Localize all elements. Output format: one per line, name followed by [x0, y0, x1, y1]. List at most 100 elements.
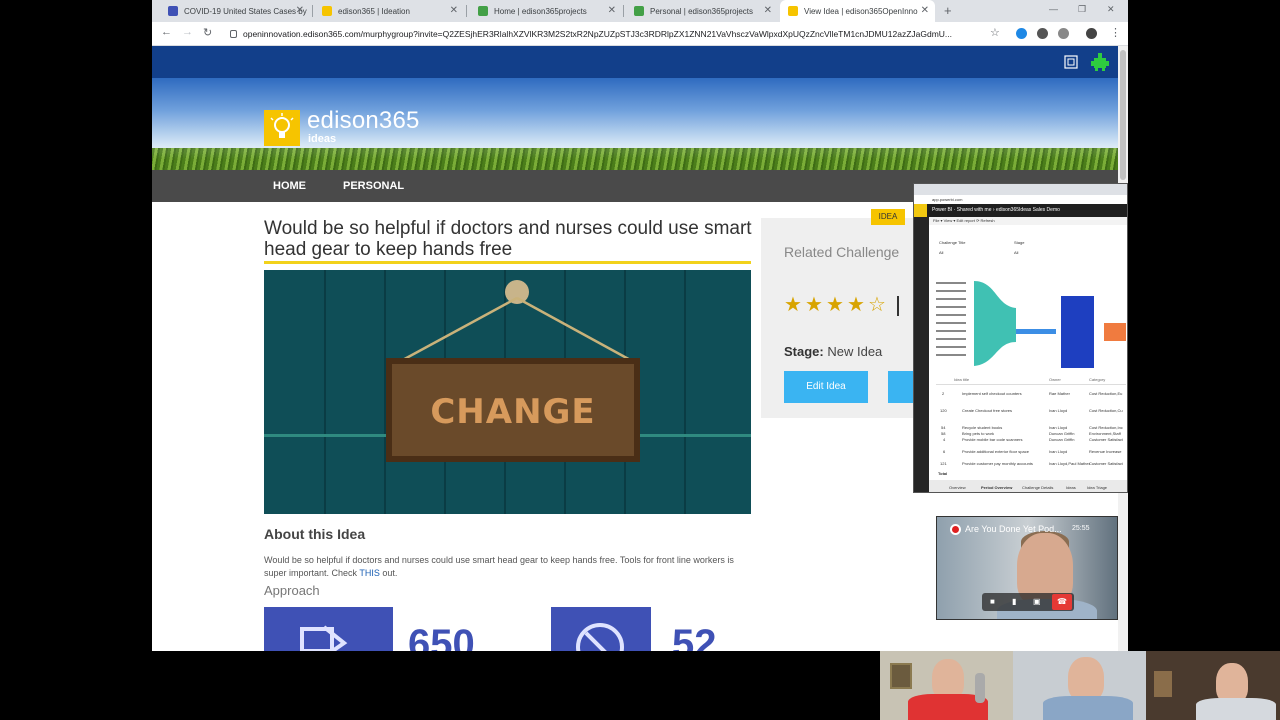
video-call-widget[interactable]: Are You Done Yet Pod... 25:55 ■ ▮ ▣ ☎ — [936, 516, 1118, 620]
lightbulb-icon — [322, 6, 332, 16]
star-empty-icon[interactable]: ☆ — [868, 292, 886, 317]
menu-kebab-icon[interactable]: ⋮ — [1110, 26, 1121, 39]
page-tab[interactable]: Ideas — [1066, 485, 1076, 490]
lightbulb-icon — [788, 6, 798, 16]
powerbi-commandbar: File ▾ View ▾ Edit report ⟳ Refresh — [929, 217, 1127, 225]
camera-icon[interactable]: ■ — [990, 597, 995, 606]
participant-tile — [880, 651, 1013, 720]
powerbi-tabbar — [914, 184, 1127, 195]
page-tab[interactable]: Period Overview — [981, 485, 1012, 490]
extension-icon[interactable] — [1058, 28, 1069, 39]
tab-ideation[interactable]: edison365 | Ideation ✕ — [314, 0, 464, 22]
sankey-chart[interactable] — [936, 276, 1126, 376]
approach-tile — [551, 607, 651, 651]
close-icon[interactable]: ✕ — [608, 5, 616, 16]
fullscreen-icon[interactable] — [1064, 55, 1078, 69]
powerbi-address[interactable]: app.powerbi.com — [914, 195, 1127, 204]
tab-personal-projects[interactable]: Personal | edison365projects ✕ — [626, 0, 778, 22]
projects-icon — [634, 6, 644, 16]
close-icon[interactable]: ✕ — [296, 5, 304, 16]
idea-badge: IDEA — [871, 209, 905, 225]
share-screen-icon[interactable]: ▣ — [1033, 597, 1041, 606]
record-icon — [950, 524, 961, 535]
page-tab[interactable]: Overview — [949, 485, 966, 490]
powerbi-sidebar — [914, 217, 929, 492]
approach-number: 650 — [408, 622, 475, 651]
title-underline — [264, 261, 751, 264]
edit-idea-button[interactable]: Edit Idea — [784, 371, 868, 403]
approach-number: 52 — [672, 622, 717, 651]
close-icon[interactable]: ✕ — [921, 5, 929, 16]
filter-label: Stage — [1014, 240, 1025, 245]
page-tab[interactable]: Idea Triage — [1087, 485, 1107, 490]
related-challenge[interactable]: Related Challenge — [784, 244, 899, 260]
sign-text: CHANGE — [430, 392, 596, 432]
hero-banner: edison365 ideas — [152, 78, 1118, 170]
extension-icon[interactable] — [1016, 28, 1027, 39]
back-icon[interactable]: ← — [161, 26, 172, 38]
close-icon[interactable]: ✕ — [764, 5, 772, 16]
logo-text[interactable]: edison365 — [307, 107, 420, 135]
divider — [897, 296, 899, 316]
nav-home[interactable]: HOME — [273, 180, 306, 192]
extension-icon[interactable] — [1037, 28, 1048, 39]
microphone-icon[interactable]: ▮ — [1012, 597, 1016, 606]
maximize-icon[interactable]: ❐ — [1078, 4, 1086, 15]
star-filled-icon[interactable]: ★ — [847, 292, 865, 317]
call-title: Are You Done Yet Pod... — [965, 524, 1062, 534]
powerbi-header: Power BI · Shared with me › edison365Ide… — [914, 204, 1127, 217]
tab-covid[interactable]: COVID-19 United States Cases by ✕ — [160, 0, 310, 22]
shield-icon — [168, 6, 178, 16]
url-field[interactable]: openinnovation.edison365.com/murphygroup… — [230, 25, 990, 43]
scroll-thumb[interactable] — [1120, 50, 1126, 180]
powerbi-window: app.powerbi.com Power BI · Shared with m… — [913, 183, 1128, 493]
new-tab-button[interactable]: + — [944, 3, 952, 18]
page-tab[interactable]: Challenge Details — [1022, 485, 1053, 490]
about-link[interactable]: THIS — [359, 568, 380, 578]
profile-avatar-icon[interactable] — [1086, 28, 1097, 39]
filter-dropdown[interactable]: All — [1014, 250, 1018, 255]
star-filled-icon[interactable]: ★ — [826, 292, 844, 317]
logo-subtitle: ideas — [308, 133, 337, 145]
star-filled-icon[interactable]: ★ — [784, 292, 802, 317]
end-call-button[interactable]: ☎ — [1052, 594, 1072, 610]
powerbi-apps-icon[interactable] — [914, 204, 927, 217]
nav-personal[interactable]: PERSONAL — [343, 180, 404, 192]
column-header: Owner — [1049, 377, 1061, 382]
approach-tile — [264, 607, 393, 651]
column-header: Idea title — [954, 377, 970, 382]
approach-heading: Approach — [264, 583, 320, 598]
forward-icon[interactable]: → — [182, 26, 193, 38]
idea-image: CHANGE — [264, 270, 751, 514]
grass-decoration — [152, 148, 1118, 170]
top-strip — [152, 46, 1118, 78]
reload-icon[interactable]: ↻ — [203, 26, 212, 39]
tab-home-projects[interactable]: Home | edison365projects ✕ — [470, 0, 622, 22]
star-filled-icon[interactable]: ★ — [805, 292, 823, 317]
idea-title: Would be so helpful if doctors and nurse… — [264, 218, 752, 260]
filter-label: Challenge Title — [939, 240, 966, 245]
star-bookmark-icon[interactable]: ☆ — [990, 26, 1000, 39]
powerbi-page-tabs: Overview Period Overview Challenge Detai… — [929, 480, 1127, 492]
lock-icon — [230, 30, 237, 38]
call-controls: ■ ▮ ▣ ☎ — [982, 593, 1074, 611]
minimize-icon[interactable]: — — [1049, 4, 1058, 14]
total-row: Total — [938, 471, 948, 476]
about-text: Would be so helpful if doctors and nurse… — [264, 555, 734, 578]
close-icon[interactable]: ✕ — [450, 5, 458, 16]
projects-icon — [478, 6, 488, 16]
tab-view-idea[interactable]: View Idea | edison365OpenInno ✕ — [780, 0, 935, 22]
participant-tile — [1013, 651, 1146, 720]
column-header: Category — [1089, 377, 1106, 382]
tab-bar: COVID-19 United States Cases by ✕ edison… — [152, 0, 1128, 22]
about-heading: About this Idea — [264, 526, 366, 542]
lightbulb-logo-icon[interactable] — [264, 110, 300, 146]
participant-tile — [1146, 651, 1280, 720]
filter-dropdown[interactable]: All — [939, 250, 943, 255]
robot-icon[interactable] — [1090, 52, 1110, 72]
table-divider — [936, 384, 1126, 385]
stage-info: Stage: New Idea — [784, 344, 883, 359]
call-timer: 25:55 — [1072, 525, 1090, 532]
sign-board: CHANGE — [386, 358, 640, 462]
window-close-icon[interactable]: ✕ — [1107, 4, 1115, 15]
